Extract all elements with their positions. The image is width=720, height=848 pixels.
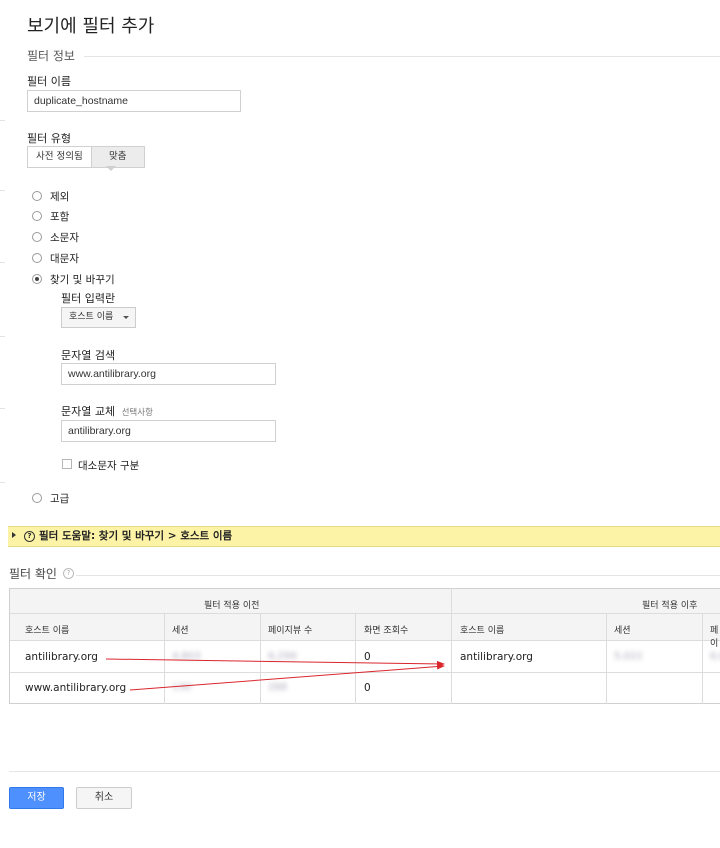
footer-divider	[9, 771, 720, 772]
arrow-row2-to-result	[129, 663, 445, 691]
arrow-row1-to-result	[105, 658, 445, 667]
save-button[interactable]: 저장	[9, 787, 64, 809]
annotation-arrows	[105, 658, 445, 691]
cancel-button[interactable]: 취소	[76, 787, 132, 809]
